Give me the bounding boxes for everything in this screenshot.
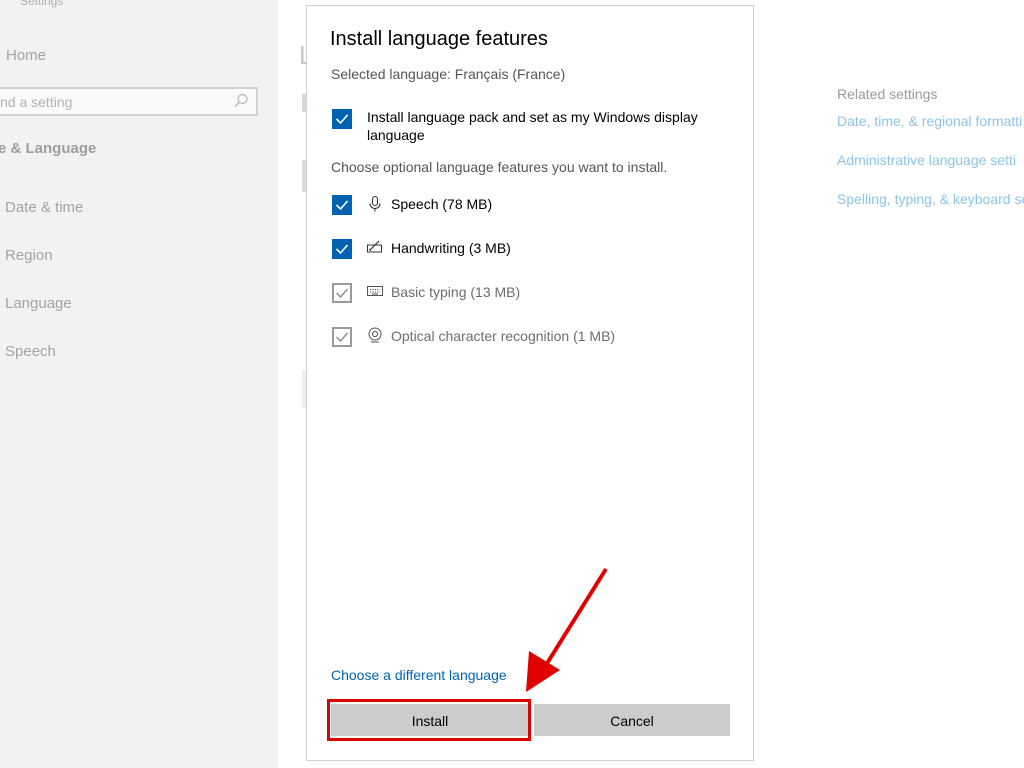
app-title: Settings xyxy=(20,0,64,8)
selected-language: Selected language: Français (France) xyxy=(331,66,566,82)
keyboard-icon xyxy=(367,286,383,296)
settings-sidebar: Settings Home nd a setting e & Language … xyxy=(0,0,278,768)
nav-home[interactable]: Home xyxy=(6,47,46,64)
handwriting-feature-label: Handwriting (3 MB) xyxy=(391,240,511,256)
related-link-date-time[interactable]: Date, time, & regional formatti xyxy=(837,113,1022,129)
install-language-features-dialog: Install language features Selected langu… xyxy=(306,5,754,761)
search-placeholder: nd a setting xyxy=(0,94,73,110)
ocr-checkbox[interactable] xyxy=(332,327,352,347)
checkmark-icon xyxy=(335,114,349,125)
related-link-spelling-typing[interactable]: Spelling, typing, & keyboard se xyxy=(837,191,1024,207)
install-button[interactable]: Install xyxy=(331,704,529,736)
microphone-icon xyxy=(369,195,381,212)
related-link-admin-language[interactable]: Administrative language setti xyxy=(837,152,1016,168)
basic-typing-checkbox[interactable] xyxy=(332,283,352,303)
optional-features-intro: Choose optional language features you wa… xyxy=(331,159,668,175)
ocr-feature-label: Optical character recognition (1 MB) xyxy=(391,328,616,344)
nav-date-time[interactable]: Date & time xyxy=(5,199,83,216)
speech-feature-label: Speech (78 MB) xyxy=(391,196,493,212)
language-pack-label: Install language pack and set as my Wind… xyxy=(367,109,698,143)
nav-speech[interactable]: Speech xyxy=(5,343,56,360)
basic-typing-feature-label: Basic typing (13 MB) xyxy=(391,284,521,300)
speech-checkbox[interactable] xyxy=(332,195,352,215)
nav-region[interactable]: Region xyxy=(5,247,53,264)
choose-different-language-link[interactable]: Choose a different language xyxy=(331,667,507,683)
search-icon[interactable] xyxy=(232,92,250,110)
handwriting-pen-icon xyxy=(367,240,382,253)
ocr-camera-icon xyxy=(368,327,382,343)
dialog-title: Install language features xyxy=(330,28,548,50)
settings-search-input[interactable]: nd a setting xyxy=(0,87,258,116)
language-pack-checkbox[interactable] xyxy=(332,109,352,129)
checkmark-icon xyxy=(335,244,349,255)
section-title: e & Language xyxy=(0,140,97,157)
checkmark-icon xyxy=(335,200,349,211)
cancel-button[interactable]: Cancel xyxy=(534,704,730,736)
checkmark-icon xyxy=(336,288,349,299)
checkmark-icon xyxy=(336,332,349,343)
handwriting-checkbox[interactable] xyxy=(332,239,352,259)
nav-language[interactable]: Language xyxy=(5,295,72,312)
related-settings-title: Related settings xyxy=(837,86,938,102)
